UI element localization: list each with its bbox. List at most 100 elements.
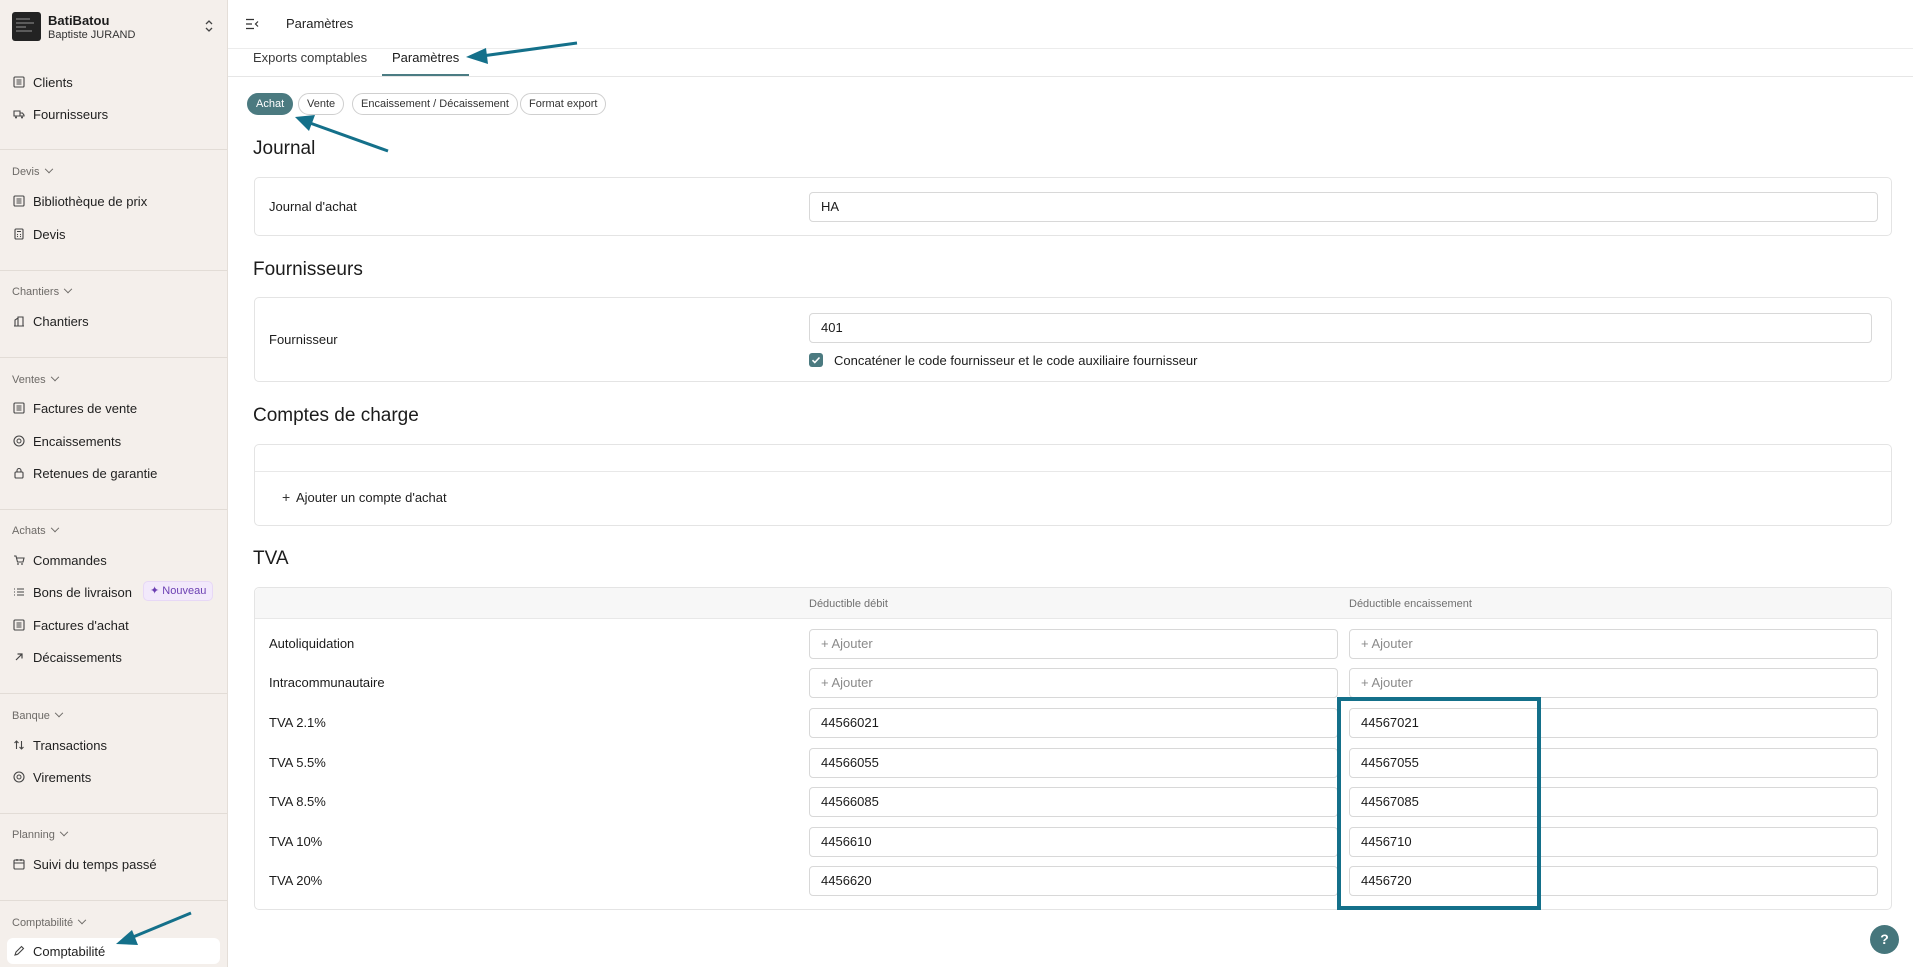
tva-debit-input[interactable]: + Ajouter: [809, 629, 1338, 659]
subtab-format-export[interactable]: Format export: [520, 93, 607, 115]
section-journal-title: Journal: [253, 138, 316, 159]
tva-debit-input[interactable]: + Ajouter: [809, 668, 1338, 698]
tva-debit-input[interactable]: 4456620: [809, 866, 1338, 896]
list-icon: [13, 619, 25, 631]
sidebar-divider: [0, 693, 227, 694]
tva-row-label: TVA 20%: [269, 873, 323, 888]
sidebar-item-commandes[interactable]: Commandes: [7, 547, 220, 573]
sidebar-item-label: Clients: [33, 75, 73, 90]
sidebar-item-label: Factures de vente: [33, 401, 138, 416]
list-icon: [13, 76, 25, 88]
sidebar-item-fournisseurs[interactable]: Fournisseurs: [7, 101, 220, 127]
plus-icon: +: [282, 489, 291, 505]
sidebar-group-banque[interactable]: Banque: [12, 708, 64, 722]
pen-icon: [14, 945, 25, 956]
arrow-up-right-icon: [15, 653, 23, 661]
page-title: Paramètres: [286, 16, 354, 31]
tab-parametres[interactable]: Paramètres: [382, 50, 470, 76]
tva-debit-input[interactable]: 44566021: [809, 708, 1338, 738]
sidebar-group-achats[interactable]: Achats: [12, 523, 59, 537]
workspace-logo: [12, 12, 41, 41]
sidebar-group-planning[interactable]: Planning: [12, 827, 69, 841]
sidebar-item-retenues[interactable]: Retenues de garantie: [7, 460, 220, 486]
sidebar-item-label: Devis: [33, 227, 66, 242]
sidebar-item-label: Suivi du temps passé: [33, 857, 157, 872]
help-button[interactable]: ?: [1870, 925, 1899, 954]
sidebar-item-factures-vente[interactable]: Factures de vente: [7, 395, 220, 421]
sidebar-item-label: Retenues de garantie: [33, 466, 158, 481]
sidebar-item-virements[interactable]: Virements: [7, 764, 220, 790]
annotation-arrow-subtab: [309, 121, 389, 153]
chevron-down-icon: [63, 284, 73, 294]
card-divider: [255, 471, 1891, 472]
journal-input[interactable]: HA: [809, 192, 1878, 222]
user-name: Baptiste JURAND: [48, 29, 136, 41]
journal-label: Journal d'achat: [269, 199, 357, 214]
subtab-vente[interactable]: Vente: [298, 93, 345, 115]
coin-icon: [13, 771, 25, 783]
tab-exports[interactable]: Exports comptables: [250, 50, 370, 76]
tva-encaissement-input[interactable]: 44567055: [1349, 748, 1878, 778]
tva-debit-input[interactable]: 44566055: [809, 748, 1338, 778]
sidebar-item-label: Bibliothèque de prix: [33, 194, 148, 209]
sidebar-item-devis[interactable]: Devis: [7, 221, 220, 247]
sidebar-toggle-icon[interactable]: [245, 18, 259, 30]
concat-checkbox[interactable]: [809, 353, 823, 367]
fournisseur-label: Fournisseur: [269, 332, 338, 347]
sparkle-icon: ✦: [150, 585, 163, 597]
tva-encaissement-input[interactable]: + Ajouter: [1349, 629, 1878, 659]
sidebar-item-bibliotheque[interactable]: Bibliothèque de prix: [7, 188, 220, 214]
sidebar-item-encaissements[interactable]: Encaissements: [7, 428, 220, 454]
sidebar-divider: [0, 270, 227, 271]
comptes-charge-card: + Ajouter un compte d'achat: [254, 444, 1892, 526]
sidebar-item-label: Décaissements: [33, 650, 122, 665]
sidebar-item-label: Encaissements: [33, 434, 122, 449]
tva-encaissement-input[interactable]: 44567085: [1349, 787, 1878, 817]
sidebar-item-label: Transactions: [33, 738, 107, 753]
tva-debit-input[interactable]: 44566085: [809, 787, 1338, 817]
sidebar-divider: [0, 509, 227, 510]
sidebar-item-clients[interactable]: Clients: [7, 69, 220, 95]
sidebar-item-label: Bons de livraison: [33, 585, 132, 600]
sidebar-group-ventes[interactable]: Ventes: [12, 372, 59, 386]
section-tva-title: TVA: [253, 548, 289, 569]
tva-row-label: Intracommunautaire: [269, 675, 385, 690]
tva-row-label: TVA 8.5%: [269, 794, 326, 809]
tva-encaissement-input[interactable]: 44567021: [1349, 708, 1878, 738]
sidebar-group-comptabilite[interactable]: Comptabilité: [12, 915, 87, 929]
sidebar-item-label: Commandes: [33, 553, 107, 568]
sidebar-item-bons-livraison[interactable]: Bons de livraison ✦ Nouveau: [7, 579, 220, 605]
sidebar-item-label: Comptabilité: [33, 944, 106, 959]
concat-checkbox-label[interactable]: Concaténer le code fournisseur et le cod…: [834, 353, 1197, 368]
tva-encaissement-input[interactable]: + Ajouter: [1349, 668, 1878, 698]
sidebar-item-decaissements[interactable]: Décaissements: [7, 644, 220, 670]
col-header-encaissement: Déductible encaissement: [1349, 598, 1472, 610]
tva-card: Déductible débit Déductible encaissement…: [254, 587, 1892, 910]
sidebar-divider: [0, 149, 227, 150]
chevron-down-icon: [77, 915, 87, 925]
subtab-achat[interactable]: Achat: [247, 93, 294, 115]
sidebar-item-label: Virements: [33, 770, 92, 785]
sidebar-item-transactions[interactable]: Transactions: [7, 732, 220, 758]
sidebar-group-devis[interactable]: Devis: [12, 164, 53, 178]
chevron-down-icon: [54, 708, 64, 718]
check-icon: [811, 356, 821, 364]
tva-encaissement-input[interactable]: 4456710: [1349, 827, 1878, 857]
sidebar-group-chantiers[interactable]: Chantiers: [12, 284, 73, 298]
sidebar-divider: [0, 900, 227, 901]
fournisseurs-card: Fournisseur 401 Concaténer le code fourn…: [254, 297, 1892, 382]
tva-debit-input[interactable]: 4456610: [809, 827, 1338, 857]
building-icon: [14, 316, 24, 327]
fournisseur-input[interactable]: 401: [809, 313, 1872, 343]
sidebar-item-suivi-temps[interactable]: Suivi du temps passé: [7, 851, 220, 877]
list-icon: [13, 195, 25, 207]
col-header-debit: Déductible débit: [809, 598, 888, 610]
workspace-switcher[interactable]: BatiBatou Baptiste JURAND: [12, 12, 216, 42]
sidebar-item-factures-achat[interactable]: Factures d'achat: [7, 612, 220, 638]
sidebar-item-chantiers[interactable]: Chantiers: [7, 308, 220, 334]
tva-encaissement-input[interactable]: 4456720: [1349, 866, 1878, 896]
tva-row-label: TVA 2.1%: [269, 715, 326, 730]
tva-row-label: TVA 10%: [269, 834, 323, 849]
subtab-encaissement-decaissement[interactable]: Encaissement / Décaissement: [352, 93, 518, 115]
sidebar-item-comptabilite[interactable]: Comptabilité: [7, 938, 220, 964]
